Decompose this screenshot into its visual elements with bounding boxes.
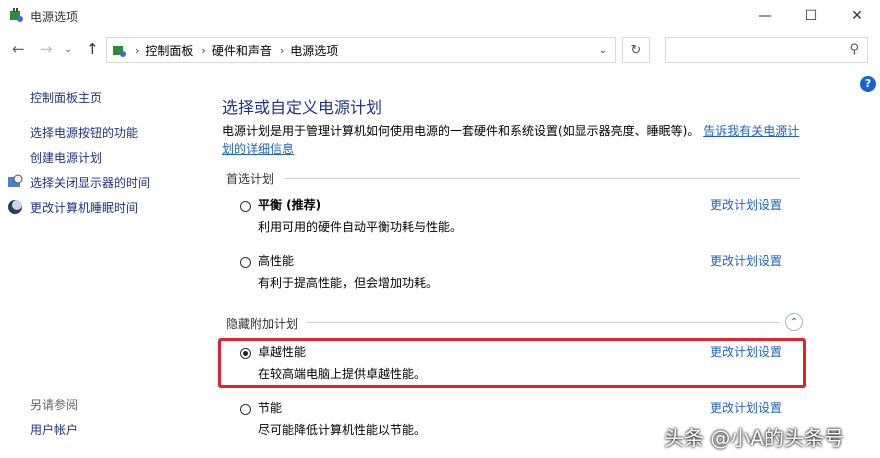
plan-high-performance-radio[interactable]	[240, 257, 251, 268]
page-description: 电源计划是用于管理计算机如何使用电源的一套硬件和系统设置(如显示器亮度、睡眠等)…	[222, 124, 800, 156]
plan-power-saver-name[interactable]: 节能	[258, 399, 282, 416]
plan-balanced-name[interactable]: 平衡 (推荐)	[258, 196, 321, 213]
plan-balanced-radio[interactable]	[240, 201, 251, 212]
breadcrumb-hardware-sound[interactable]: 硬件和声音	[212, 42, 272, 59]
breadcrumb-separator-icon: ›	[201, 43, 206, 57]
change-plan-settings-link[interactable]: 更改计划设置	[710, 252, 782, 269]
close-button[interactable]: ✕	[834, 0, 880, 32]
plan-ultimate-performance-radio[interactable]	[240, 348, 251, 359]
sidebar-link-user-accounts[interactable]: 用户帐户	[30, 421, 78, 438]
hidden-plans-label: 隐藏附加计划	[226, 317, 299, 331]
preferred-plans-label: 首选计划	[226, 172, 275, 186]
sidebar-link-display-off[interactable]: 选择关闭显示器的时间	[30, 174, 150, 191]
watermark: 头条 @小A的头条号	[664, 426, 845, 450]
breadcrumb-separator-icon: ›	[135, 43, 140, 57]
sidebar-link-sleep-time[interactable]: 更改计算机睡眠时间	[30, 199, 138, 216]
address-dropdown-icon[interactable]: ⌄	[599, 45, 607, 56]
moon-sleep-icon	[8, 200, 22, 214]
forward-arrow-icon[interactable]: →	[40, 40, 53, 58]
plan-high-performance-name[interactable]: 高性能	[258, 252, 294, 269]
back-arrow-icon[interactable]: ←	[12, 40, 25, 58]
page-title: 选择或自定义电源计划	[222, 98, 383, 117]
window-title: 电源选项	[30, 10, 79, 24]
display-clock-icon	[8, 174, 23, 187]
chevron-down-icon[interactable]: ⌄	[64, 44, 72, 55]
control-panel-icon	[113, 46, 126, 57]
breadcrumb-separator-icon: ›	[279, 43, 285, 57]
plan-ultimate-performance-desc: 在较高端电脑上提供卓越性能。	[258, 367, 427, 381]
maximize-button[interactable]: ☐	[788, 0, 834, 32]
refresh-button[interactable]: ↻	[622, 37, 650, 63]
sidebar-link-create-plan[interactable]: 创建电源计划	[30, 149, 102, 166]
plan-power-saver-radio[interactable]	[240, 404, 251, 415]
divider	[306, 322, 780, 323]
change-plan-settings-link[interactable]: 更改计划设置	[710, 399, 782, 416]
sidebar-home-link[interactable]: 控制面板主页	[30, 89, 102, 106]
plan-balanced-desc: 利用可用的硬件自动平衡功耗与性能。	[258, 220, 463, 234]
collapse-chevron-icon[interactable]: ⌃	[785, 313, 803, 331]
power-options-icon	[10, 8, 23, 22]
plan-high-performance-desc: 有利于提高性能，但会增加功耗。	[258, 276, 439, 290]
change-plan-settings-link[interactable]: 更改计划设置	[710, 196, 782, 213]
address-bar[interactable]: › 控制面板 › 硬件和声音 › 电源选项 ⌄	[106, 37, 616, 63]
change-plan-settings-link[interactable]: 更改计划设置	[710, 343, 782, 360]
see-also-label: 另请参阅	[30, 398, 79, 412]
breadcrumb-control-panel[interactable]: 控制面板	[145, 42, 193, 59]
sidebar-link-power-buttons[interactable]: 选择电源按钮的功能	[30, 124, 138, 141]
breadcrumb-power-options[interactable]: 电源选项	[290, 42, 338, 59]
up-arrow-icon[interactable]: ↑	[86, 40, 99, 58]
search-icon: ⚲	[849, 42, 859, 57]
help-icon[interactable]: ?	[860, 76, 876, 92]
search-input[interactable]: ⚲	[665, 37, 868, 63]
minimize-button[interactable]: —	[742, 0, 788, 32]
plan-power-saver-desc: 尽可能降低计算机性能以节能。	[258, 423, 427, 437]
plan-ultimate-performance-name[interactable]: 卓越性能	[258, 343, 306, 360]
divider	[284, 178, 800, 179]
